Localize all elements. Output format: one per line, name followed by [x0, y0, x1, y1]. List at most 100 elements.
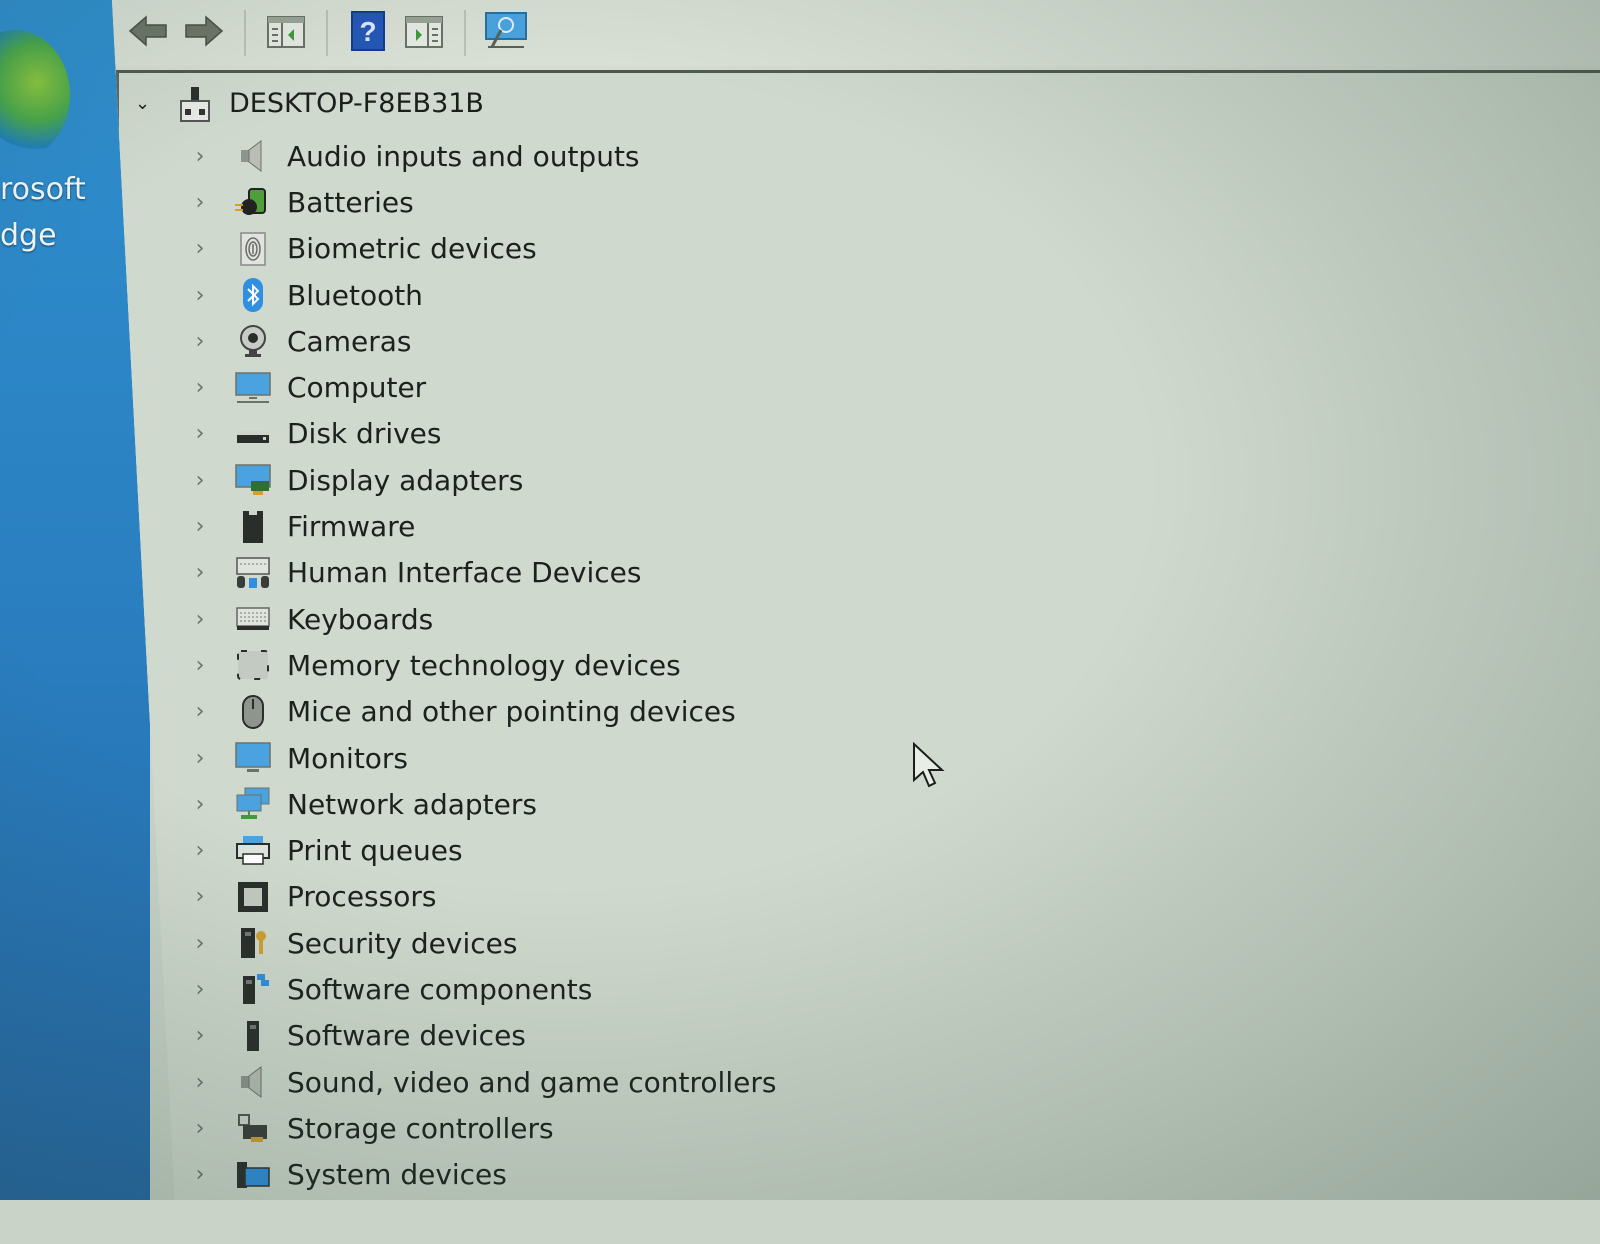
webcam-icon [233, 323, 273, 359]
tree-item-label: Computer [287, 371, 427, 405]
tree-item-label: Sound, video and game controllers [287, 1065, 777, 1099]
tree-item-print-queues[interactable]: › Print queues [189, 827, 776, 873]
tree-root-computer[interactable]: ⌄ DESKTOP-F8EB31B [135, 85, 484, 122]
chevron-right-icon[interactable]: › [189, 699, 211, 724]
chevron-right-icon[interactable]: › [189, 1023, 211, 1048]
chevron-right-icon[interactable]: › [189, 375, 211, 400]
hid-icon [233, 555, 273, 591]
forward-button[interactable] [178, 8, 230, 58]
chevron-down-icon[interactable]: ⌄ [135, 93, 155, 114]
chevron-right-icon[interactable]: › [189, 838, 211, 863]
chevron-right-icon[interactable]: › [189, 468, 211, 493]
tree-item-monitors[interactable]: › Monitors [189, 735, 776, 781]
help-button[interactable]: ? [342, 8, 394, 58]
software-component-icon [233, 971, 273, 1007]
fingerprint-icon [233, 231, 273, 267]
tree-item-display-adapters[interactable]: › Display adapters [189, 457, 776, 503]
tree-item-label: Mice and other pointing devices [287, 695, 736, 729]
chevron-right-icon[interactable]: › [189, 1162, 211, 1187]
tree-item-label: Software components [287, 972, 593, 1006]
tree-item-processors[interactable]: › Processors [189, 874, 776, 920]
battery-icon [233, 184, 273, 220]
chevron-right-icon[interactable]: › [189, 1116, 211, 1141]
tree-item-batteries[interactable]: › Batteries [189, 179, 776, 225]
chevron-right-icon[interactable]: › [189, 931, 211, 956]
tree-item-label: Audio inputs and outputs [287, 139, 640, 173]
chevron-right-icon[interactable]: › [189, 607, 211, 632]
tree-item-sound-video-and-game-controllers[interactable]: › Sound, video and game controllers [189, 1059, 777, 1105]
arrow-left-icon [128, 15, 168, 51]
device-tree: ⌄ DESKTOP-F8EB31B › Audio inputs and out… [116, 70, 1600, 1200]
firmware-chip-icon [233, 509, 273, 545]
tree-item-software-devices[interactable]: › Software devices [189, 1013, 776, 1059]
arrow-right-icon [184, 15, 224, 51]
edge-icon[interactable] [0, 30, 70, 160]
chevron-right-icon[interactable]: › [189, 1208, 211, 1233]
computer-name: DESKTOP-F8EB31B [229, 87, 484, 119]
edge-shortcut-label[interactable]: rosoft [0, 172, 86, 207]
tree-item-software-components[interactable]: › Software components [189, 966, 776, 1012]
tree-item-label: Display adapters [287, 463, 524, 497]
chevron-right-icon[interactable]: › [189, 560, 211, 585]
toolbar-separator [326, 10, 328, 56]
tree-item-label: Network adapters [287, 787, 537, 821]
show-hide-console-tree-button[interactable] [260, 8, 312, 58]
help-glyph: ? [359, 16, 376, 47]
security-key-icon [233, 925, 273, 961]
show-hide-action-pane-button[interactable] [398, 8, 450, 58]
chevron-right-icon[interactable]: › [189, 283, 211, 308]
tree-item-network-adapters[interactable]: › Network adapters [189, 781, 776, 827]
tree-item-label: Disk drives [287, 417, 442, 451]
chevron-right-icon[interactable]: › [189, 190, 211, 215]
category-list: › Audio inputs and outputs › Batteries ›… [189, 133, 777, 1238]
tree-item-firmware[interactable]: › Firmware [189, 503, 776, 549]
edge-shortcut-label-line2[interactable]: dge [0, 218, 57, 253]
tree-item-disk-drives[interactable]: › Disk drives [189, 411, 776, 457]
tree-item-label: Processors [287, 880, 437, 914]
tree-item-label: Security devices [287, 926, 518, 960]
tree-item-label: Biometric devices [287, 232, 537, 266]
back-button[interactable] [122, 8, 174, 58]
memory-card-icon [233, 647, 273, 683]
chevron-right-icon[interactable]: › [189, 514, 211, 539]
computer-network-icon [177, 85, 213, 122]
chevron-right-icon[interactable]: › [189, 144, 211, 169]
chevron-right-icon[interactable]: › [189, 421, 211, 446]
tree-item-bluetooth[interactable]: › Bluetooth [189, 272, 776, 318]
display-adapter-icon [233, 462, 273, 498]
chevron-right-icon[interactable]: › [189, 1070, 211, 1095]
tree-item-system-devices[interactable]: › System devices [189, 1152, 776, 1198]
chevron-right-icon[interactable]: › [189, 329, 211, 354]
tree-item-computer[interactable]: › Computer [189, 364, 776, 410]
chevron-right-icon[interactable]: › [189, 792, 211, 817]
speaker-icon [233, 1064, 273, 1100]
chevron-right-icon[interactable]: › [189, 653, 211, 678]
processor-icon [233, 879, 273, 915]
scan-hardware-button[interactable] [480, 8, 532, 58]
software-device-icon [233, 1018, 273, 1054]
tree-item-storage-controllers[interactable]: › Storage controllers [189, 1105, 776, 1151]
toolbar: ? [112, 0, 1600, 66]
tree-item-label: Universal Serial Bus controllers [287, 1204, 724, 1238]
tree-item-keyboards[interactable]: › Keyboards [189, 596, 776, 642]
tree-item-mice-and-other-pointing-devices[interactable]: › Mice and other pointing devices [189, 689, 776, 735]
tree-item-label: System devices [287, 1158, 507, 1192]
tree-item-biometric-devices[interactable]: › Biometric devices [189, 226, 776, 272]
tree-item-memory-technology-devices[interactable]: › Memory technology devices [189, 642, 776, 688]
toolbar-separator [244, 10, 246, 56]
tree-item-human-interface-devices[interactable]: › Human Interface Devices [189, 550, 776, 596]
device-manager-window: ? ⌄ DESKTOP-F8EB31B › Audio inputs and o… [112, 0, 1600, 1200]
chevron-right-icon[interactable]: › [189, 884, 211, 909]
monitor-scan-icon [484, 11, 528, 55]
tree-item-security-devices[interactable]: › Security devices [189, 920, 776, 966]
chevron-right-icon[interactable]: › [189, 977, 211, 1002]
chevron-right-icon[interactable]: › [189, 746, 211, 771]
tree-item-cameras[interactable]: › Cameras [189, 318, 776, 364]
tree-item-label: Bluetooth [287, 278, 423, 312]
disk-drive-icon [233, 416, 273, 452]
keyboard-icon [233, 601, 273, 637]
help-icon: ? [350, 10, 386, 56]
tree-item-universal-serial-bus-controllers[interactable]: › Universal Serial Bus controllers [189, 1198, 776, 1238]
tree-item-audio-inputs-and-outputs[interactable]: › Audio inputs and outputs [189, 133, 776, 179]
chevron-right-icon[interactable]: › [189, 236, 211, 261]
